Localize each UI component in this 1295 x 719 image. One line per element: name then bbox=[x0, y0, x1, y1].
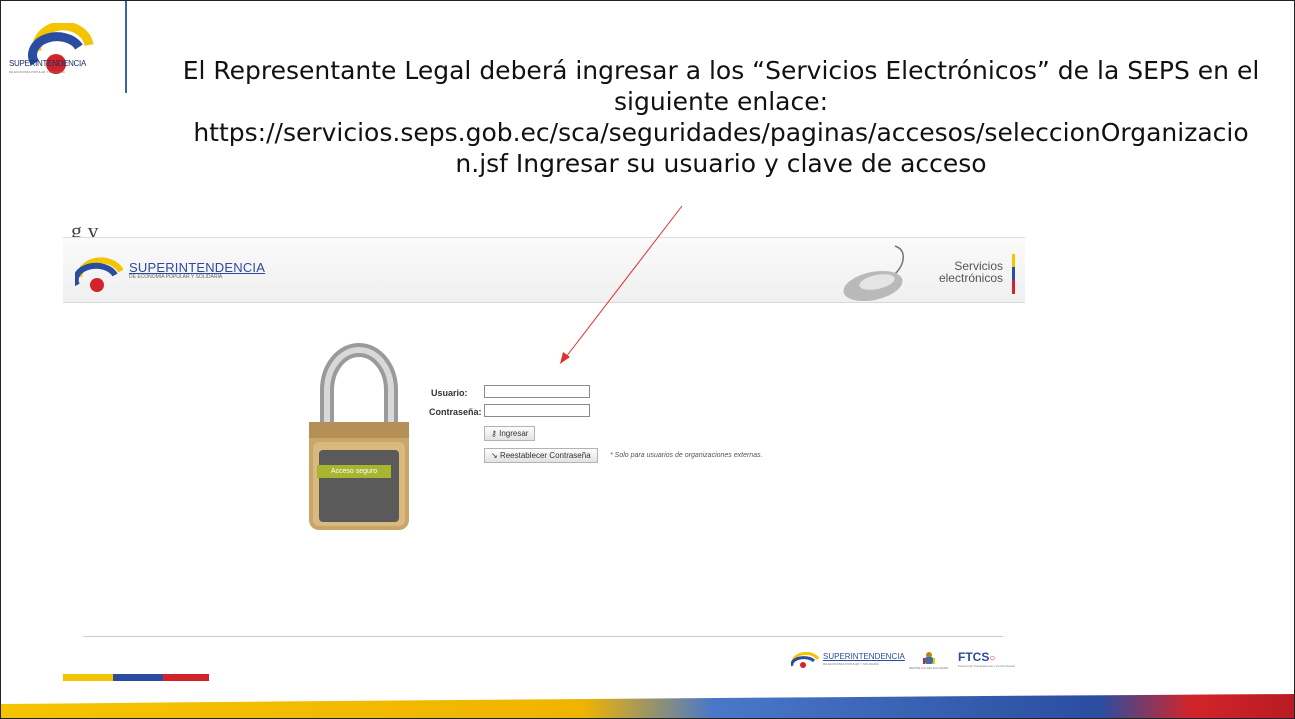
services-line-2: electrónicos bbox=[938, 271, 1003, 285]
seps-logo-icon bbox=[75, 257, 123, 292]
reset-password-button[interactable]: ↘ Reestablecer Contraseña bbox=[484, 448, 598, 463]
title-line-3: https://servicios.seps.gob.ec/sca/seguri… bbox=[193, 118, 1249, 147]
gov-footer-sub: REPÚBLICA DEL ECUADOR bbox=[909, 666, 949, 670]
padlock-icon bbox=[309, 343, 409, 530]
ftcs-logo-text: FTCS○ bbox=[958, 650, 995, 664]
seps-footer-logo-icon bbox=[791, 651, 819, 668]
login-header: SUPERINTENDENCIA DE ECONOMÍA POPULAR Y S… bbox=[63, 238, 1025, 303]
logo-divider bbox=[125, 1, 127, 93]
login-button-label: Ingresar bbox=[499, 429, 529, 438]
title-line-1: El Representante Legal deberá ingresar a… bbox=[182, 56, 1260, 85]
external-users-note: * Solo para usuarios de organizaciones e… bbox=[610, 452, 763, 459]
reset-icon: ↘ bbox=[491, 451, 500, 460]
slide-title: El Representante Legal deberá ingresar a… bbox=[151, 55, 1291, 179]
embedded-login-screenshot: SUPERINTENDENCIA DE ECONOMÍA POPULAR Y S… bbox=[63, 237, 1025, 681]
footer-brand: SUPERINTENDENCIA bbox=[823, 652, 905, 661]
ftcs-sub: Función de Transparencia y Control Socia… bbox=[958, 664, 1015, 668]
ecuador-coat-of-arms-icon bbox=[923, 652, 935, 664]
title-line-4: n.jsf Ingresar su usuario y clave de acc… bbox=[455, 149, 987, 178]
cropped-text-fragment: g y bbox=[71, 218, 99, 238]
login-button[interactable]: ⚷ Ingresar bbox=[484, 426, 536, 441]
seps-logo-icon bbox=[28, 23, 94, 74]
slide-bottom-bar bbox=[1, 694, 1294, 718]
header-brand-sub: DE ECONOMÍA POPULAR Y SOLIDARIA bbox=[129, 274, 223, 280]
username-input[interactable] bbox=[484, 385, 590, 398]
footer-divider bbox=[83, 636, 1003, 637]
flag-stripe bbox=[1012, 254, 1015, 294]
key-icon: ⚷ bbox=[491, 429, 500, 438]
secure-access-badge: Acceso seguro bbox=[317, 465, 391, 478]
header-brand: SUPERINTENDENCIA bbox=[129, 260, 266, 275]
password-label: Contraseña: bbox=[429, 407, 482, 417]
reset-button-label: Reestablecer Contraseña bbox=[499, 451, 591, 460]
services-label: Servicios electrónicos bbox=[939, 260, 1003, 284]
footer-brand-sub: DE ECONOMÍA POPULAR Y SOLIDARIA bbox=[823, 662, 879, 666]
logo-subtext: DE ECONOMÍA POPULAR Y SOLIDARIA bbox=[9, 70, 65, 74]
slide: SUPERINTENDENCIA DE ECONOMÍA POPULAR Y S… bbox=[0, 0, 1295, 719]
bottom-flag-stripe bbox=[63, 674, 209, 681]
title-line-2: siguiente enlace: bbox=[613, 87, 829, 116]
username-label: Usuario: bbox=[431, 388, 468, 398]
password-input[interactable] bbox=[484, 404, 590, 417]
ftcs-circle-icon: ○ bbox=[989, 653, 996, 664]
ftcs-text: FTCS bbox=[958, 650, 990, 664]
mouse-icon bbox=[843, 245, 904, 302]
logo-text: SUPERINTENDENCIA bbox=[9, 59, 86, 68]
